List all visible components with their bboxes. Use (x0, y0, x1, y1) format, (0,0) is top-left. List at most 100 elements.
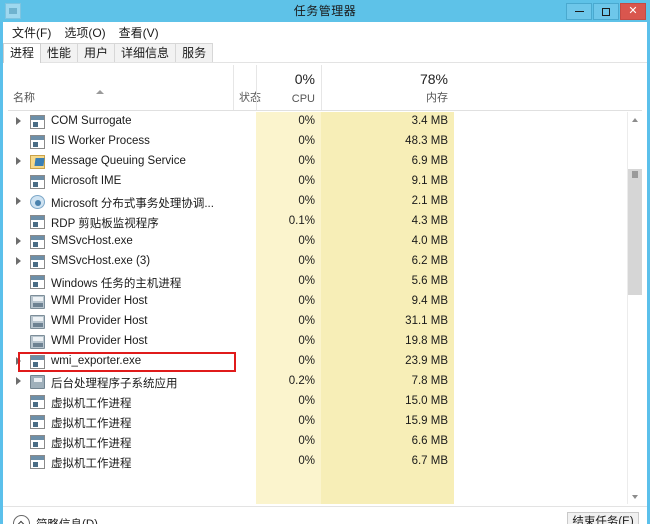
close-icon: ✕ (628, 5, 638, 17)
fewer-details-label: 简略信息(D) (36, 516, 98, 524)
process-cpu: 0% (298, 155, 315, 167)
process-memory: 31.1 MB (405, 315, 448, 327)
tab-services[interactable]: 服务 (175, 43, 214, 63)
process-memory: 15.0 MB (405, 395, 448, 407)
expand-arrow-icon[interactable] (16, 357, 21, 365)
process-cpu: 0.2% (288, 375, 315, 387)
app-window-icon (30, 275, 45, 289)
process-cpu: 0% (298, 235, 315, 247)
app-window-icon (30, 115, 45, 129)
expand-arrow-icon[interactable] (16, 117, 21, 125)
process-name: COM Surrogate (51, 115, 132, 127)
app-window-icon (30, 415, 45, 429)
process-memory: 2.1 MB (411, 195, 448, 207)
menu-item-options[interactable]: 选项(O) (60, 23, 114, 42)
process-memory: 6.7 MB (411, 455, 448, 467)
table-row[interactable]: Windows 任务的主机进程 0% 5.6 MB (8, 272, 642, 292)
process-name: IIS Worker Process (51, 135, 150, 147)
maximize-icon (602, 7, 610, 16)
table-row[interactable]: IIS Worker Process 0% 48.3 MB (8, 132, 642, 152)
process-name: WMI Provider Host (51, 335, 148, 347)
app-window-icon (30, 175, 45, 189)
table-row[interactable]: RDP 剪贴板监视程序 0.1% 4.3 MB (8, 212, 642, 232)
process-name: WMI Provider Host (51, 315, 148, 327)
menu-item-file[interactable]: 文件(F) (8, 23, 60, 42)
process-memory: 9.1 MB (411, 175, 448, 187)
end-task-button[interactable]: 结束任务(E) (567, 512, 639, 524)
close-button[interactable]: ✕ (620, 3, 646, 20)
column-header-name[interactable]: 名称 (8, 65, 233, 110)
process-cpu: 0% (298, 295, 315, 307)
column-header-memory[interactable]: 78% 内存 (321, 65, 454, 110)
process-name: Windows 任务的主机进程 (51, 278, 182, 290)
sort-ascending-icon (96, 90, 104, 94)
process-memory: 48.3 MB (405, 135, 448, 147)
expand-arrow-icon[interactable] (16, 257, 21, 265)
process-name: SMSvcHost.exe (3) (51, 255, 151, 267)
table-row[interactable]: 后台处理程序子系统应用 0.2% 7.8 MB (8, 372, 642, 392)
process-cpu: 0% (298, 255, 315, 267)
table-row[interactable]: 虚拟机工作进程 0% 15.0 MB (8, 392, 642, 412)
process-cpu: 0% (298, 355, 315, 367)
table-row[interactable]: wmi_exporter.exe 0% 23.9 MB (8, 352, 642, 372)
process-name: 虚拟机工作进程 (51, 458, 132, 470)
process-name: Microsoft IME (51, 175, 122, 187)
expand-arrow-icon[interactable] (16, 377, 21, 385)
table-row[interactable]: WMI Provider Host 0% 19.8 MB (8, 332, 642, 352)
expand-arrow-icon[interactable] (16, 197, 21, 205)
table-row[interactable]: COM Surrogate 0% 3.4 MB (8, 112, 642, 132)
table-row[interactable]: WMI Provider Host 0% 9.4 MB (8, 292, 642, 312)
expand-arrow-icon[interactable] (16, 237, 21, 245)
chevron-up-circle-icon (13, 515, 30, 524)
table-row[interactable]: 虚拟机工作进程 0% 15.9 MB (8, 412, 642, 432)
column-label-cpu: CPU (291, 93, 315, 105)
fewer-details-button[interactable]: 简略信息(D) (13, 515, 98, 524)
process-name: SMSvcHost.exe (51, 235, 133, 247)
table-row[interactable]: Message Queuing Service 0% 6.9 MB (8, 152, 642, 172)
tab-performance[interactable]: 性能 (40, 43, 79, 63)
table-row[interactable]: SMSvcHost.exe 0% 4.0 MB (8, 232, 642, 252)
process-memory: 4.0 MB (411, 235, 448, 247)
maximize-button[interactable] (593, 3, 619, 20)
process-cpu: 0% (298, 435, 315, 447)
table-row[interactable]: WMI Provider Host 0% 31.1 MB (8, 312, 642, 332)
menu-bar: 文件(F) 选项(O) 查看(V) (3, 22, 647, 42)
process-memory: 19.8 MB (405, 335, 448, 347)
process-memory: 7.8 MB (411, 375, 448, 387)
process-memory: 4.3 MB (411, 215, 448, 227)
message-queue-icon (30, 155, 45, 169)
table-row[interactable]: SMSvcHost.exe (3) 0% 6.2 MB (8, 252, 642, 272)
table-row[interactable]: 虚拟机工作进程 0% 6.6 MB (8, 432, 642, 452)
window-title: 任务管理器 (293, 4, 357, 18)
tab-details[interactable]: 详细信息 (114, 43, 177, 63)
table-row[interactable]: Microsoft IME 0% 9.1 MB (8, 172, 642, 192)
process-memory: 5.6 MB (411, 275, 448, 287)
scroll-down-button[interactable] (628, 489, 642, 504)
process-name: Message Queuing Service (51, 155, 186, 167)
column-header-cpu[interactable]: 0% CPU (256, 65, 321, 110)
process-cpu: 0% (298, 195, 315, 207)
process-name: 虚拟机工作进程 (51, 438, 132, 450)
process-cpu: 0% (298, 115, 315, 127)
process-memory: 15.9 MB (405, 415, 448, 427)
table-row[interactable]: 虚拟机工作进程 0% 6.7 MB (8, 452, 642, 472)
cpu-summary-percent: 0% (294, 71, 315, 87)
gear-icon (30, 195, 45, 209)
footer-bar: 简略信息(D) 结束任务(E) https://blog.csdn.net/wd… (3, 507, 647, 524)
process-memory: 9.4 MB (411, 295, 448, 307)
table-row[interactable]: Microsoft 分布式事务处理协调... 0% 2.1 MB (8, 192, 642, 212)
window-body: 文件(F) 选项(O) 查看(V) 进程 性能 用户 详细信息 服务 名称 状态… (3, 22, 647, 524)
tab-users[interactable]: 用户 (77, 43, 116, 63)
expand-arrow-icon[interactable] (16, 157, 21, 165)
tab-processes[interactable]: 进程 (3, 43, 42, 63)
process-name: 后台处理程序子系统应用 (51, 378, 178, 390)
process-memory: 6.6 MB (411, 435, 448, 447)
menu-item-view[interactable]: 查看(V) (115, 23, 168, 42)
memory-summary-percent: 78% (419, 71, 448, 87)
process-list[interactable]: COM Surrogate 0% 3.4 MB IIS Worker Process 0… (8, 112, 642, 504)
minimize-icon (574, 11, 584, 12)
tab-underline (3, 62, 647, 63)
minimize-button[interactable] (566, 3, 592, 20)
wmi-icon (30, 315, 45, 329)
process-cpu: 0% (298, 455, 315, 467)
